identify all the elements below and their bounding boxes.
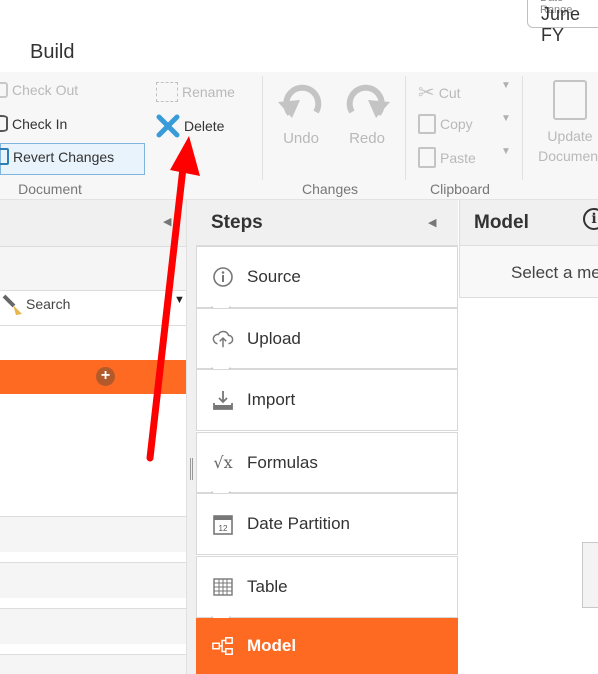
lock-icon	[0, 82, 8, 98]
annotation-arrow	[146, 136, 200, 462]
check-out-button[interactable]: Check Out	[0, 82, 78, 98]
clipboard-group-label: Clipboard	[430, 181, 490, 197]
step-source[interactable]: Source	[196, 246, 458, 308]
database-icon	[0, 115, 8, 132]
list-item[interactable]	[0, 516, 186, 552]
step-date-partition[interactable]: 12 Date Partition	[196, 493, 458, 555]
model-message: Select a me	[511, 263, 598, 282]
date-range-value[interactable]: June FY	[541, 4, 598, 46]
copy-dropdown-chevron-icon[interactable]: ▼	[501, 113, 511, 124]
copy-button[interactable]: Copy	[418, 114, 473, 134]
ribbon-divider	[262, 76, 263, 180]
step-model[interactable]: Model	[196, 618, 458, 674]
add-plus-icon[interactable]: +	[96, 367, 115, 386]
ribbon-divider	[522, 76, 523, 180]
cut-dropdown-chevron-icon[interactable]: ▼	[501, 80, 511, 91]
step-table[interactable]: Table	[196, 556, 458, 618]
redo-button[interactable]: Redo	[342, 84, 392, 147]
list-item[interactable]	[0, 654, 186, 674]
check-in-button[interactable]: Check In	[0, 115, 67, 132]
model-side-button[interactable]	[582, 542, 598, 608]
ribbon-divider	[405, 76, 406, 180]
scissors-icon: ✂	[418, 82, 435, 104]
revert-changes-content: Revert Changes	[0, 148, 114, 165]
cut-button[interactable]: ✂ Cut	[418, 80, 461, 105]
list-item[interactable]	[0, 562, 186, 598]
step-formulas[interactable]: √x Formulas	[196, 432, 458, 493]
rename-button[interactable]: Rename	[156, 82, 235, 102]
model-title: Model	[474, 212, 529, 233]
document-group-label: Document	[18, 181, 82, 197]
model-hierarchy-icon	[212, 635, 234, 657]
clipboard-icon	[418, 147, 436, 168]
undo-icon	[278, 84, 322, 118]
collapse-steps-icon[interactable]: ◀	[428, 216, 436, 229]
page-title: Build	[30, 41, 75, 63]
undo-button[interactable]: Undo	[276, 84, 326, 147]
update-document-icon	[553, 80, 587, 120]
search-input[interactable]: Search	[26, 296, 70, 312]
revert-icon	[0, 148, 9, 165]
copy-icon	[418, 114, 436, 134]
top-header	[0, 0, 598, 72]
paste-dropdown-chevron-icon[interactable]: ▼	[501, 146, 511, 157]
paste-button[interactable]: Paste	[418, 147, 476, 168]
svg-text:12: 12	[219, 524, 228, 533]
step-import[interactable]: Import	[196, 369, 458, 431]
model-info-icon[interactable]: i	[583, 208, 598, 230]
list-item[interactable]	[0, 608, 186, 644]
step-upload[interactable]: Upload	[196, 308, 458, 369]
calendar-icon: 12	[212, 513, 234, 535]
redo-icon	[346, 84, 390, 118]
table-icon	[212, 576, 234, 598]
changes-group-label: Changes	[301, 181, 359, 197]
update-document-button[interactable]: Update Document	[530, 80, 598, 166]
rename-icon	[156, 82, 178, 102]
brush-icon	[2, 294, 24, 321]
